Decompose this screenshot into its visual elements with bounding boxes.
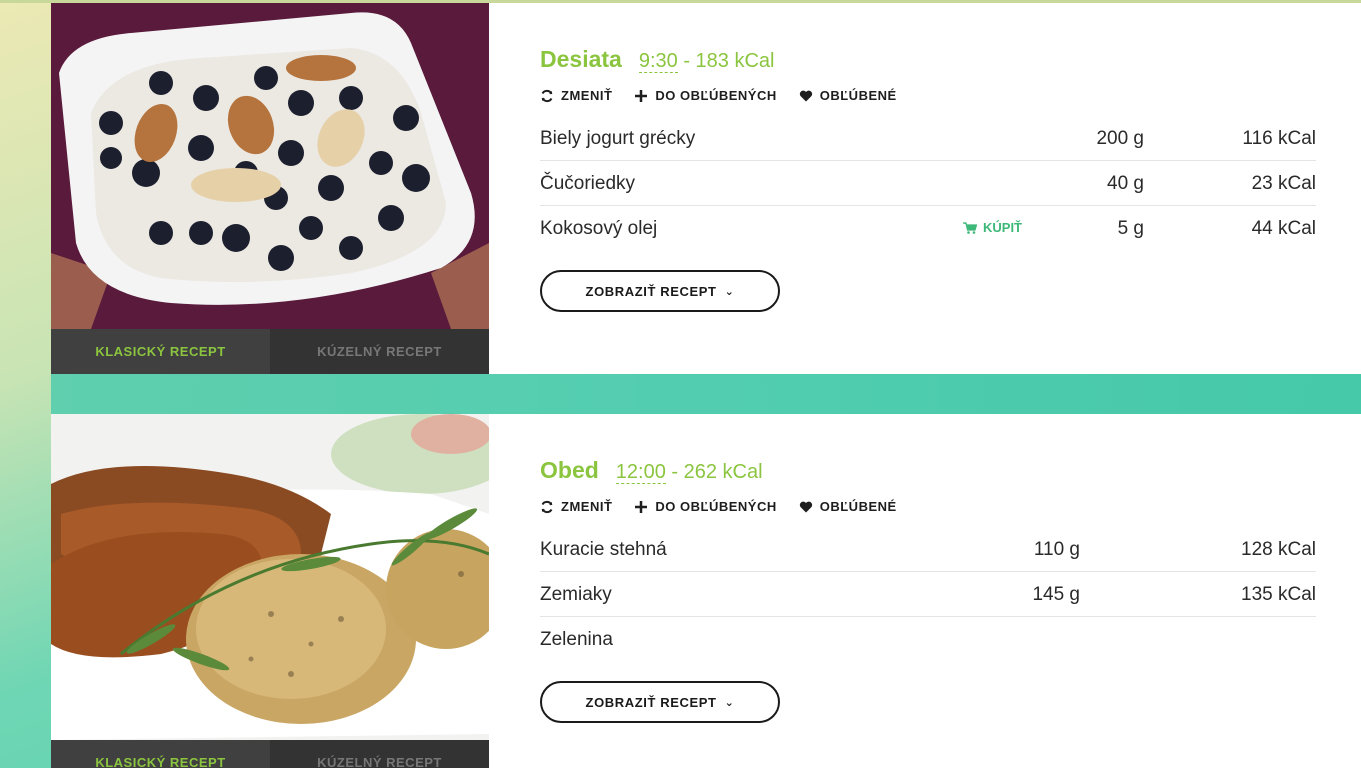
ingredient-amount: 200 g xyxy=(1096,128,1144,149)
buy-label: KÚPIŤ xyxy=(983,220,1022,235)
meal-card-obed: KLASICKÝ RECEPT KÚZELNÝ RECEPT Obed 12:0… xyxy=(51,414,1361,768)
meal-photo xyxy=(51,3,489,329)
ingredient-name: Kokosový olej xyxy=(540,218,658,239)
meal-actions: ZMENIŤ DO OBĽÚBENÝCH OBĽÚBENÉ xyxy=(540,88,897,103)
change-label: ZMENIŤ xyxy=(561,499,613,514)
recipe-type-tabs: KLASICKÝ RECEPT KÚZELNÝ RECEPT xyxy=(51,740,489,768)
plus-icon xyxy=(635,89,648,102)
change-label: ZMENIŤ xyxy=(561,88,613,103)
meal-meta: 9:30 - 183 kCal xyxy=(638,50,775,73)
meal-kcal: - 183 kCal xyxy=(683,50,775,72)
favorites-button[interactable]: OBĽÚBENÉ xyxy=(799,499,897,514)
ingredient-amount: 40 g xyxy=(1107,173,1144,194)
show-recipe-label: ZOBRAZIŤ RECEPT xyxy=(585,694,717,710)
ingredient-row: Čučoriedky 40 g 23 kCal xyxy=(540,161,1316,206)
ingredient-name: Zelenina xyxy=(540,629,613,650)
ingredient-name: Čučoriedky xyxy=(540,173,636,194)
ingredient-name: Biely jogurt grécky xyxy=(540,128,696,149)
ingredient-kcal: 128 kCal xyxy=(1241,539,1316,560)
change-button[interactable]: ZMENIŤ xyxy=(540,499,612,514)
ingredient-kcal: 23 kCal xyxy=(1251,173,1316,194)
ingredient-amount: 145 g xyxy=(1032,584,1080,605)
buy-button[interactable]: KÚPIŤ xyxy=(963,220,1022,235)
meal-title: Obed xyxy=(540,457,599,483)
add-favorite-button[interactable]: DO OBĽÚBENÝCH xyxy=(634,88,776,103)
meal-time[interactable]: 12:00 xyxy=(615,461,666,484)
add-favorite-label: DO OBĽÚBENÝCH xyxy=(655,88,777,103)
ingredient-list: Kuracie stehná 110 g 128 kCal Zemiaky 14… xyxy=(540,527,1316,662)
ingredient-name: Zemiaky xyxy=(540,584,612,605)
cart-icon xyxy=(963,221,977,234)
ingredient-row: Kokosový olej KÚPIŤ 5 g 44 kCal xyxy=(540,206,1316,251)
ingredient-amount: 110 g xyxy=(1033,539,1080,560)
add-favorite-button[interactable]: DO OBĽÚBENÝCH xyxy=(634,499,776,514)
meal-photo xyxy=(51,414,489,740)
meal-title: Desiata xyxy=(540,46,622,72)
meal-kcal: - 262 kCal xyxy=(671,461,763,483)
ingredient-row: Zelenina xyxy=(540,617,1316,662)
add-favorite-label: DO OBĽÚBENÝCH xyxy=(655,499,777,514)
heart-icon xyxy=(799,90,812,101)
meal-actions: ZMENIŤ DO OBĽÚBENÝCH OBĽÚBENÉ xyxy=(540,499,897,514)
ingredient-row: Zemiaky 145 g 135 kCal xyxy=(540,572,1316,617)
ingredient-row: Kuracie stehná 110 g 128 kCal xyxy=(540,527,1316,572)
plus-icon xyxy=(635,500,648,513)
meal-header: Desiata 9:30 - 183 kCal xyxy=(540,46,774,73)
favorites-button[interactable]: OBĽÚBENÉ xyxy=(799,88,897,103)
tab-classic-recipe[interactable]: KLASICKÝ RECEPT xyxy=(51,740,270,768)
show-recipe-button[interactable]: ZOBRAZIŤ RECEPT ⌄ xyxy=(540,681,780,723)
tab-magic-recipe[interactable]: KÚZELNÝ RECEPT xyxy=(270,329,489,374)
meal-meta: 12:00 - 262 kCal xyxy=(615,461,763,484)
recipe-type-tabs: KLASICKÝ RECEPT KÚZELNÝ RECEPT xyxy=(51,329,489,374)
section-divider-band xyxy=(51,374,1361,414)
ingredient-kcal: 116 kCal xyxy=(1242,128,1316,149)
meal-card-desiata: KLASICKÝ RECEPT KÚZELNÝ RECEPT Desiata 9… xyxy=(51,3,1361,374)
chevron-down-icon: ⌄ xyxy=(724,285,735,298)
favorites-label: OBĽÚBENÉ xyxy=(819,499,897,514)
ingredient-row: Biely jogurt grécky 200 g 116 kCal xyxy=(540,116,1316,161)
show-recipe-label: ZOBRAZIŤ RECEPT xyxy=(585,283,717,299)
ingredient-kcal: 44 kCal xyxy=(1251,218,1316,239)
chevron-down-icon: ⌄ xyxy=(724,696,735,709)
heart-icon xyxy=(799,501,812,512)
yogurt-blueberries-photo xyxy=(51,3,489,329)
meal-header: Obed 12:00 - 262 kCal xyxy=(540,457,763,484)
refresh-icon xyxy=(541,89,553,102)
favorites-label: OBĽÚBENÉ xyxy=(819,88,897,103)
tab-magic-recipe[interactable]: KÚZELNÝ RECEPT xyxy=(270,740,489,768)
ingredient-amount: 5 g xyxy=(1117,218,1144,239)
ingredient-list: Biely jogurt grécky 200 g 116 kCal Čučor… xyxy=(540,116,1316,251)
show-recipe-button[interactable]: ZOBRAZIŤ RECEPT ⌄ xyxy=(540,270,780,312)
ingredient-name: Kuracie stehná xyxy=(540,539,667,560)
meal-time[interactable]: 9:30 xyxy=(638,50,678,73)
change-button[interactable]: ZMENIŤ xyxy=(540,88,612,103)
chicken-potatoes-photo xyxy=(51,414,489,740)
refresh-icon xyxy=(541,500,553,513)
ingredient-kcal: 135 kCal xyxy=(1241,584,1316,605)
tab-classic-recipe[interactable]: KLASICKÝ RECEPT xyxy=(51,329,270,374)
